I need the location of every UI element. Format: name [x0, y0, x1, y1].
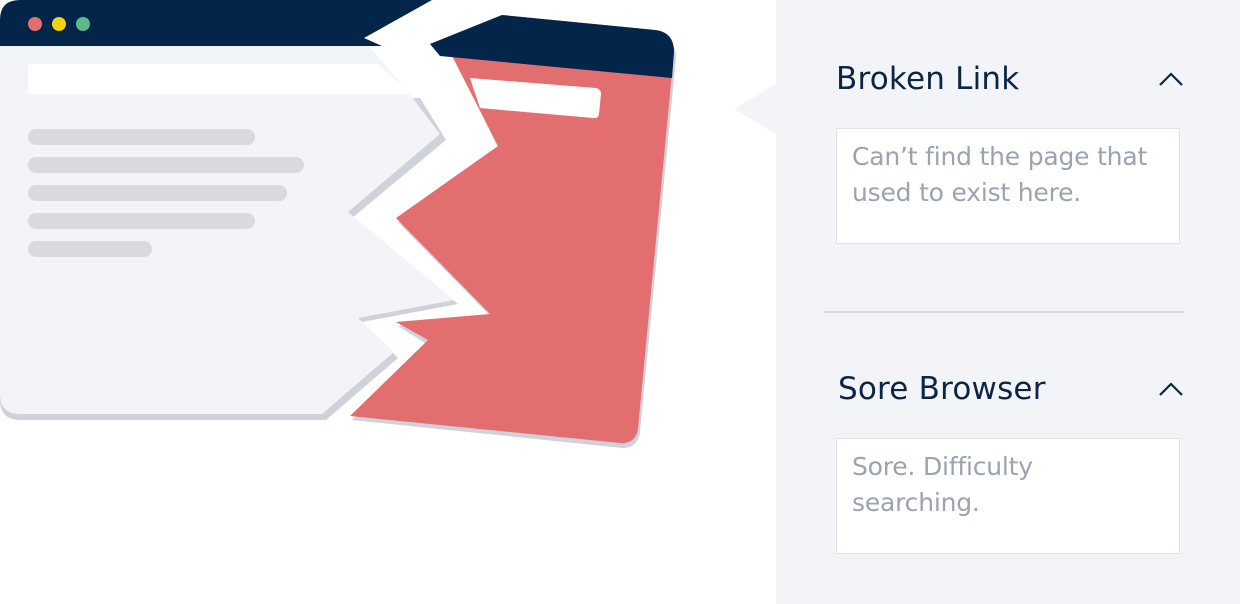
accordion-body-broken-link: Can’t find the page that used to exist h… — [836, 128, 1180, 244]
chevron-up-icon[interactable] — [1156, 64, 1186, 94]
divider — [824, 311, 1184, 313]
right-fragment-body — [350, 15, 674, 444]
window-dot-green-icon — [76, 17, 90, 31]
window-dot-yellow-icon — [52, 17, 66, 31]
accordion-header-broken-link[interactable]: Broken Link — [836, 54, 1186, 104]
left-fragment-address-bar — [28, 64, 412, 94]
accordion-title: Broken Link — [836, 61, 1020, 97]
chevron-up-icon[interactable] — [1156, 374, 1186, 404]
window-dot-red-icon — [28, 17, 42, 31]
info-panel: Broken Link Can’t find the page that use… — [776, 0, 1240, 604]
panel-pointer — [734, 84, 776, 134]
accordion-title: Sore Browser — [838, 371, 1046, 407]
broken-browser-illustration — [0, 0, 676, 448]
accordion-header-sore-browser[interactable]: Sore Browser — [838, 364, 1188, 414]
accordion-body-sore-browser: Sore. Difficulty searching. — [836, 438, 1180, 554]
